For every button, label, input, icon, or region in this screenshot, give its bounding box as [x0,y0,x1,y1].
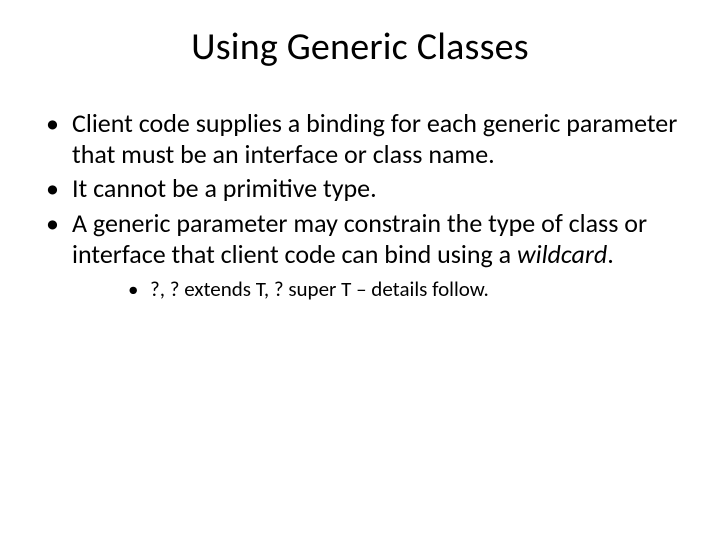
list-item: Client code supplies a binding for each … [46,108,680,169]
bullet-list: Client code supplies a binding for each … [40,108,680,303]
bullet-text-post: . [607,238,614,270]
list-item: It cannot be a primitive type. [46,173,680,204]
sub-bullet-text: ?, ? extends T, ? super T – details foll… [150,276,489,302]
slide: Using Generic Classes Client code suppli… [0,0,720,540]
slide-title: Using Generic Classes [40,24,680,70]
bullet-text-em: wildcard [517,238,607,270]
list-item: A generic parameter may constrain the ty… [46,208,680,303]
bullet-text: Client code supplies a binding for each … [72,107,677,170]
list-item: ?, ? extends T, ? super T – details foll… [128,277,680,302]
sub-bullet-list: ?, ? extends T, ? super T – details foll… [72,277,680,302]
bullet-text: It cannot be a primitive type. [72,172,377,204]
